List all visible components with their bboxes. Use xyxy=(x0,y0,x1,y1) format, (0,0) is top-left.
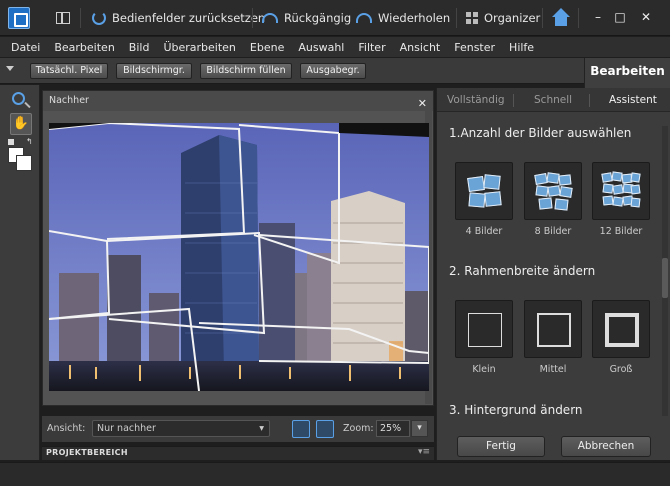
project-bin-bar[interactable]: PROJEKTBEREICH ▾≡ xyxy=(42,446,434,460)
fill-screen-button[interactable]: Bildschirm füllen xyxy=(200,63,292,79)
zoom-label: Zoom: xyxy=(343,423,374,434)
frame-medium-option[interactable] xyxy=(524,300,582,358)
swap-colors-icon[interactable]: ↰ xyxy=(26,138,33,146)
undo-label: Rückgängig xyxy=(284,11,352,25)
tab-quick[interactable]: Schnell xyxy=(534,94,572,106)
zoom-icon xyxy=(12,92,25,105)
project-bin-menu-icon[interactable]: ▾≡ xyxy=(418,447,430,457)
actual-pixels-button[interactable]: Tatsächl. Pixel xyxy=(30,63,108,79)
undo-icon xyxy=(262,13,278,23)
cancel-button[interactable]: Abbrechen xyxy=(561,436,651,457)
frame-medium-label: Mittel xyxy=(539,364,567,375)
reset-panels-label: Bedienfelder zurücksetzen xyxy=(112,11,266,25)
view-select[interactable]: Nur nachher xyxy=(92,420,270,437)
toolbox: ✋ ↰ xyxy=(0,85,40,460)
frame-small-label: Klein xyxy=(472,364,496,375)
step1-title: 1.Anzahl der Bilder auswählen xyxy=(449,126,632,140)
twelve-images-label: 12 Bilder xyxy=(599,226,643,237)
application-bar: Bedienfelder zurücksetzen Rückgängig Wie… xyxy=(0,0,670,36)
document-window: Nachher ✕ xyxy=(42,90,434,406)
app-logo-icon xyxy=(8,7,30,29)
frame-large-icon xyxy=(605,313,639,347)
menu-ebene[interactable]: Ebene xyxy=(243,41,291,54)
menu-bar: Datei Bearbeiten Bild Überarbeiten Ebene… xyxy=(0,37,670,57)
organizer-label: Organizer xyxy=(484,11,541,25)
four-images-label: 4 Bilder xyxy=(465,226,503,237)
hand-tool[interactable]: ✋ xyxy=(10,113,32,135)
redo-button[interactable]: Wiederholen xyxy=(356,9,450,27)
match-view-icon[interactable] xyxy=(316,420,334,438)
menu-hilfe[interactable]: Hilfe xyxy=(502,41,541,54)
close-window-button[interactable]: ✕ xyxy=(636,8,656,26)
zoom-tool[interactable] xyxy=(10,91,32,113)
default-colors-icon[interactable] xyxy=(8,139,14,145)
redo-icon xyxy=(356,13,372,23)
swap-view-icon[interactable] xyxy=(292,420,310,438)
menu-fenster[interactable]: Fenster xyxy=(447,41,502,54)
zoom-dropdown-icon[interactable]: ▾ xyxy=(411,420,428,437)
twelve-images-option[interactable] xyxy=(592,162,650,220)
menu-bild[interactable]: Bild xyxy=(122,41,157,54)
twelve-images-icon xyxy=(601,171,641,211)
frame-large-option[interactable] xyxy=(592,300,650,358)
layout-button[interactable] xyxy=(56,9,70,27)
print-size-button[interactable]: Ausgabegr. xyxy=(300,63,366,79)
menu-datei[interactable]: Datei xyxy=(4,41,47,54)
options-bar: Tatsächl. Pixel Bildschirmgr. Bildschirm… xyxy=(0,58,670,88)
reset-panels-button[interactable]: Bedienfelder zurücksetzen xyxy=(92,9,265,27)
panel-scrollbar-thumb[interactable] xyxy=(662,258,668,298)
undo-button[interactable]: Rückgängig xyxy=(262,9,351,27)
project-bin-label: PROJEKTBEREICH xyxy=(46,448,128,457)
home-icon[interactable] xyxy=(550,8,572,28)
fit-screen-button[interactable]: Bildschirmgr. xyxy=(116,63,192,79)
tab-full[interactable]: Vollständig xyxy=(447,94,505,106)
eight-images-option[interactable] xyxy=(524,162,582,220)
layout-icon xyxy=(56,12,70,24)
done-button[interactable]: Fertig xyxy=(457,436,545,457)
step3-title: 3. Hintergrund ändern xyxy=(449,403,583,417)
edit-mode-tab[interactable]: Bearbeiten xyxy=(584,58,670,88)
photo-collage-image xyxy=(49,123,429,391)
reset-icon xyxy=(92,11,106,25)
frame-large-label: Groß xyxy=(609,364,633,375)
menu-filter[interactable]: Filter xyxy=(351,41,392,54)
frame-small-icon xyxy=(468,313,502,347)
menu-ueberarbeiten[interactable]: Überarbeiten xyxy=(156,41,242,54)
panel-tabs: Vollständig Schnell Assistent xyxy=(437,88,670,112)
redo-label: Wiederholen xyxy=(378,11,451,25)
document-title-bar: Nachher ✕ xyxy=(43,91,433,111)
minimize-button[interactable]: – xyxy=(588,8,608,26)
organizer-button[interactable]: Organizer xyxy=(466,9,540,27)
tab-guided[interactable]: Assistent xyxy=(609,94,657,106)
four-images-icon xyxy=(464,171,504,211)
document-title: Nachher xyxy=(49,95,89,106)
four-images-option[interactable] xyxy=(455,162,513,220)
menu-bearbeiten[interactable]: Bearbeiten xyxy=(47,41,121,54)
guided-edit-panel: Vollständig Schnell Assistent 1.Anzahl d… xyxy=(436,88,670,460)
eight-images-label: 8 Bilder xyxy=(534,226,572,237)
eight-images-icon xyxy=(533,171,573,211)
menu-auswahl[interactable]: Auswahl xyxy=(291,41,351,54)
options-dropdown-icon[interactable] xyxy=(6,66,14,71)
view-bar: Ansicht: Nur nachher Zoom: 25% ▾ xyxy=(42,416,434,442)
zoom-input[interactable]: 25% xyxy=(376,420,410,437)
status-bar xyxy=(0,462,670,486)
step2-title: 2. Rahmenbreite ändern xyxy=(449,264,596,278)
view-label: Ansicht: xyxy=(47,423,86,434)
panel-scrollbar[interactable] xyxy=(662,126,668,416)
hand-icon: ✋ xyxy=(12,116,30,131)
photo-collage-canvas[interactable] xyxy=(49,123,429,391)
frame-medium-icon xyxy=(537,313,571,347)
frame-small-option[interactable] xyxy=(455,300,513,358)
background-color[interactable] xyxy=(16,155,32,171)
organizer-icon xyxy=(466,12,478,24)
menu-ansicht[interactable]: Ansicht xyxy=(393,41,448,54)
maximize-button[interactable]: □ xyxy=(610,8,630,26)
